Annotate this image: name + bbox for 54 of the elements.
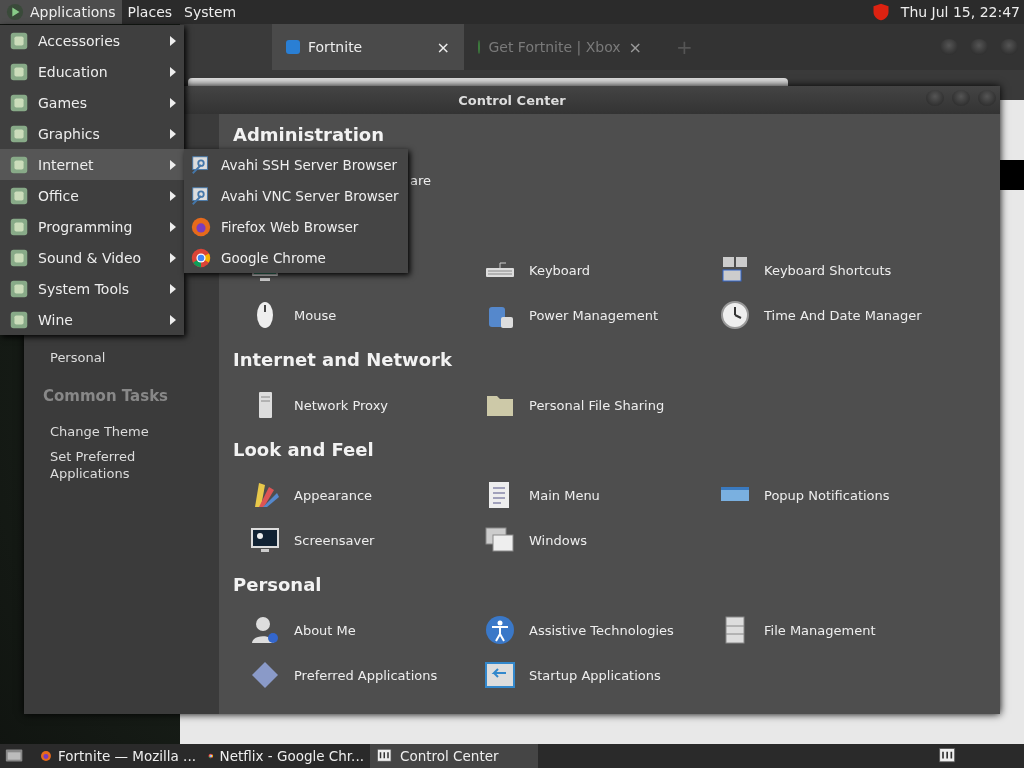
settings-item[interactable]: Main Menu xyxy=(529,487,600,503)
menu-item[interactable]: Firefox Web Browser xyxy=(184,211,408,242)
settings-item[interactable]: Popup Notifications xyxy=(764,487,890,503)
section-heading: Look and Feel xyxy=(233,438,375,462)
settings-item[interactable]: Startup Applications xyxy=(529,667,661,683)
close-button[interactable]: × xyxy=(436,37,450,57)
settings-item[interactable]: Time And Date Manager xyxy=(764,307,922,323)
section-heading: Personal xyxy=(233,573,323,597)
tab-title: Fortnite xyxy=(308,39,364,55)
browser-tab[interactable]: Fortnite × xyxy=(272,24,464,70)
window-title: Control Center xyxy=(458,92,566,108)
panel-menu[interactable]: Places xyxy=(121,0,179,24)
settings-item[interactable]: Preferred Applications xyxy=(294,667,438,683)
settings-item[interactable]: Power Management xyxy=(529,307,659,323)
menu-item[interactable]: Accessories xyxy=(0,25,184,56)
settings-item[interactable]: Keyboard Shortcuts xyxy=(764,262,892,278)
task-link[interactable]: Set Preferred Applications xyxy=(50,448,170,482)
panel-menu[interactable]: Applications xyxy=(0,0,122,24)
clock: Thu Jul 15, 22:47 xyxy=(900,4,1020,20)
settings-item[interactable]: Appearance xyxy=(294,487,373,503)
taskbar-button[interactable]: Fortnite — Mozilla ... xyxy=(34,744,202,768)
tab-title: Get Fortnite | Xbox xyxy=(488,39,621,55)
menu-item[interactable]: Games xyxy=(0,87,184,118)
settings-item[interactable]: About Me xyxy=(294,622,356,638)
sidebar-link[interactable]: Personal xyxy=(50,350,219,365)
sidebar-heading: Common Tasks xyxy=(43,387,170,405)
settings-item[interactable]: Assistive Technologies xyxy=(529,622,674,638)
menu-item[interactable]: Internet xyxy=(0,149,184,180)
settings-item[interactable]: Screensaver xyxy=(294,532,375,548)
settings-item[interactable]: Personal File Sharing xyxy=(529,397,665,413)
menu-item[interactable]: Avahi SSH Server Browser xyxy=(184,149,408,180)
browser-tab[interactable]: Get Fortnite | Xbox × xyxy=(464,24,656,70)
task-link[interactable]: Change Theme xyxy=(50,423,170,440)
close-button[interactable]: × xyxy=(628,37,642,57)
settings-item[interactable]: Mouse xyxy=(294,307,337,323)
menu-item[interactable]: Wine xyxy=(0,304,184,335)
menu-item[interactable]: Google Chrome xyxy=(184,242,408,273)
menu-item[interactable]: Avahi VNC Server Browser xyxy=(184,180,408,211)
menu-item[interactable]: Sound & Video xyxy=(0,242,184,273)
settings-item[interactable]: File Management xyxy=(764,622,876,638)
menu-item[interactable]: Office xyxy=(0,180,184,211)
section-heading: Administration xyxy=(233,123,386,147)
taskbar-button[interactable]: Netflix - Google Chr... xyxy=(202,744,370,768)
panel-menu[interactable]: System xyxy=(178,0,243,24)
menu-item[interactable]: System Tools xyxy=(0,273,184,304)
settings-item[interactable]: Keyboard xyxy=(529,262,591,278)
taskbar-button[interactable]: Control Center xyxy=(370,744,538,768)
menu-item[interactable]: Graphics xyxy=(0,118,184,149)
item-label[interactable]: are xyxy=(410,157,432,203)
menu-item[interactable]: Education xyxy=(0,56,184,87)
menu-item[interactable]: Programming xyxy=(0,211,184,242)
settings-item[interactable]: Windows xyxy=(529,532,588,548)
section-heading: Internet and Network xyxy=(233,348,453,372)
settings-item[interactable]: Network Proxy xyxy=(294,397,389,413)
